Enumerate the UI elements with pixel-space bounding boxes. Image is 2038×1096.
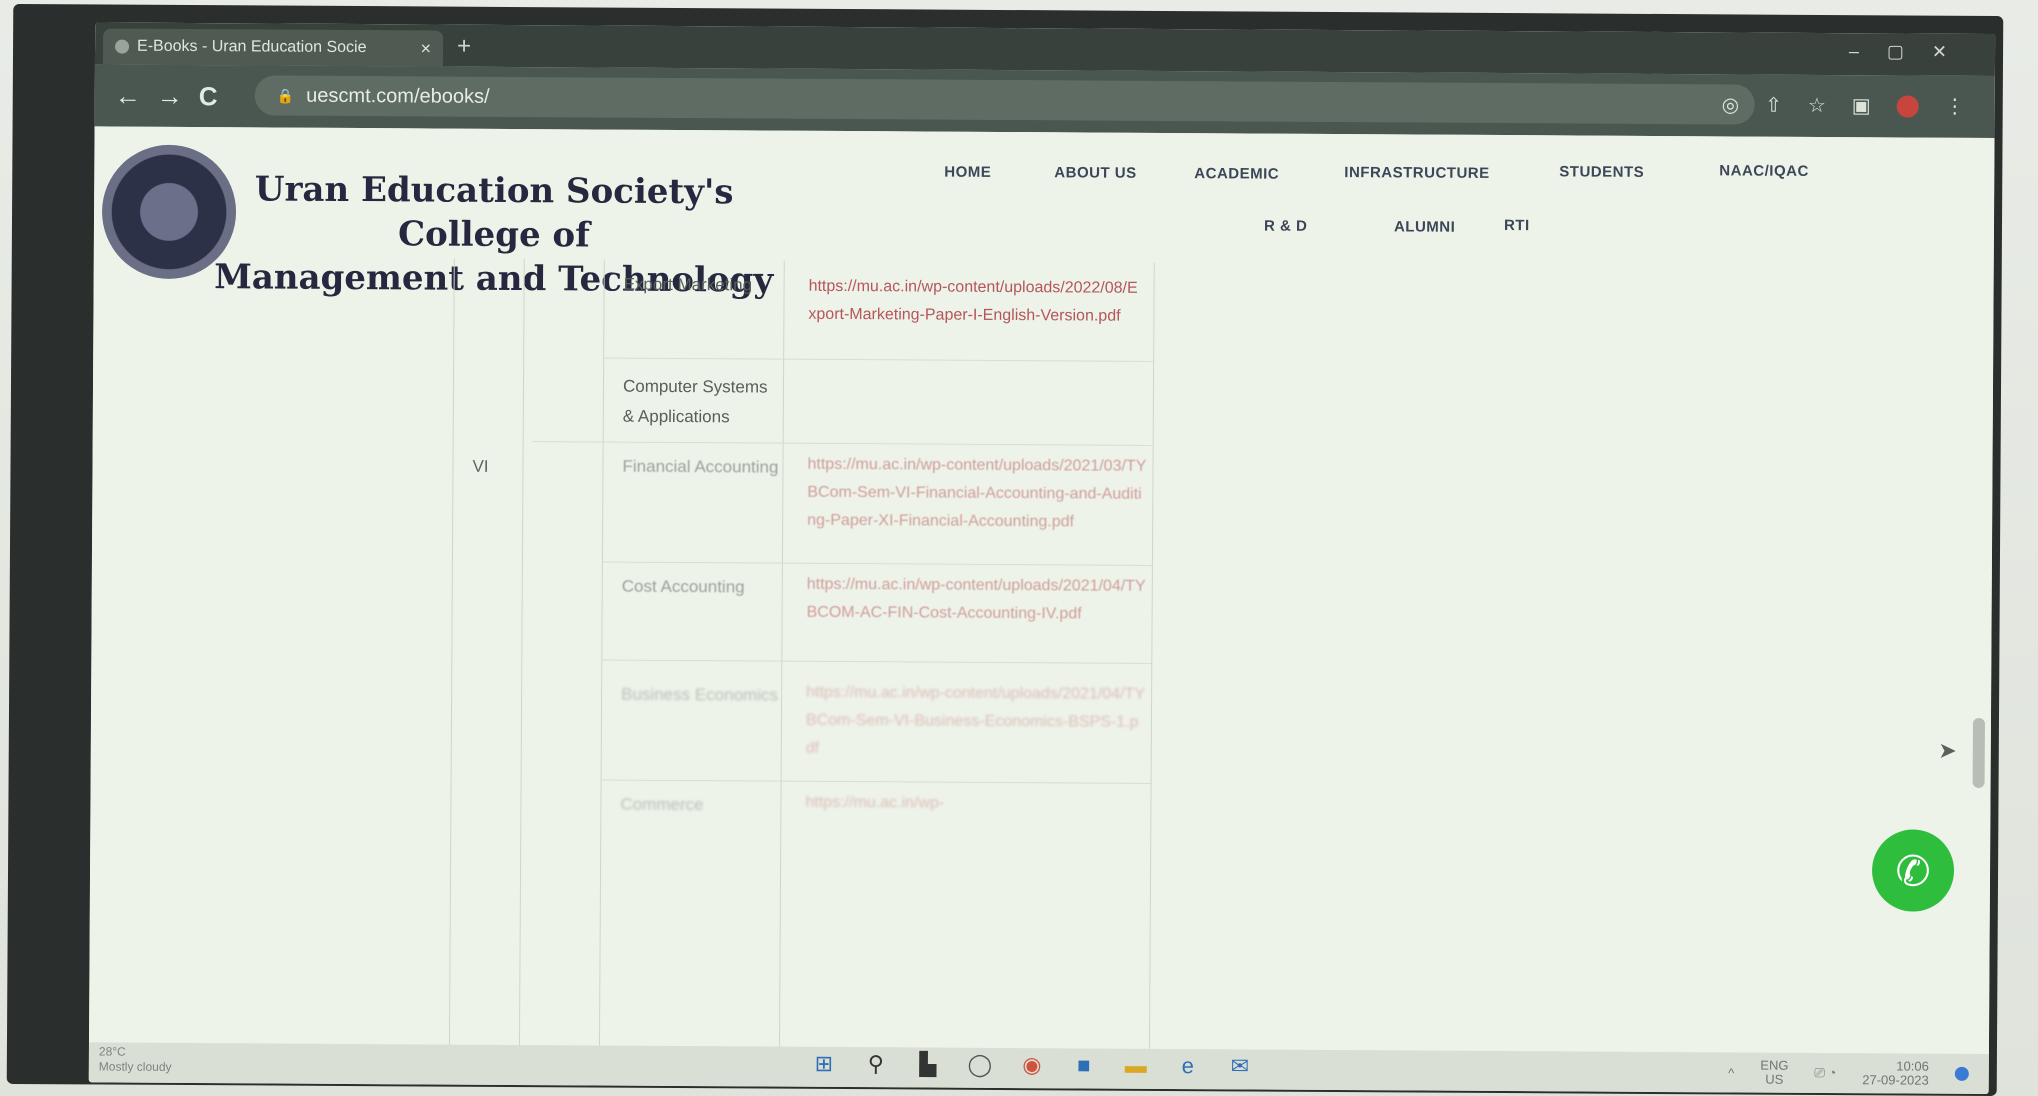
- nav-infrastructure[interactable]: INFRASTRUCTURE: [1344, 164, 1489, 182]
- chat-icon[interactable]: ◯: [965, 1050, 995, 1080]
- row-divider: [600, 779, 1151, 784]
- url-field[interactable]: 🔒 uescmt.com/ebooks/: [254, 75, 1755, 125]
- subject-cell: Financial Accounting: [622, 456, 779, 477]
- ebook-link[interactable]: https://mu.ac.in/wp-content/uploads/2021…: [807, 571, 1147, 629]
- tray-chevron-icon[interactable]: ^: [1728, 1065, 1734, 1080]
- reload-button[interactable]: C: [199, 81, 218, 112]
- subject-cell: Export Marketing: [623, 274, 753, 295]
- store-icon[interactable]: ■: [1069, 1050, 1099, 1080]
- tab-close-icon[interactable]: ×: [420, 38, 431, 59]
- network-icon[interactable]: ⎚ ◔: [1814, 1065, 1836, 1081]
- new-tab-button[interactable]: +: [457, 33, 471, 61]
- nav-home[interactable]: HOME: [944, 164, 991, 181]
- notification-icon[interactable]: [1954, 1066, 1969, 1081]
- whatsapp-icon[interactable]: ✆: [1871, 829, 1955, 912]
- favicon-icon: [115, 39, 130, 54]
- weather-desc: Mostly cloudy: [98, 1059, 172, 1074]
- edge-icon[interactable]: e: [1173, 1051, 1203, 1081]
- address-bar-row: ← → C 🔒 uescmt.com/ebooks/ ◎ ⇧ ☆ ▣ ⋮: [94, 64, 1995, 139]
- lock-icon: 🔒: [276, 87, 295, 104]
- row-divider: [601, 659, 1152, 664]
- forward-button[interactable]: →: [157, 81, 183, 112]
- taskbar-apps: ⊞ ⚲ ▙ ◯ ◉ ■ ▬ e ✉: [809, 1049, 1255, 1082]
- subject-cell: Cost Accounting: [621, 576, 745, 597]
- subject-cell: Commerce: [620, 794, 704, 815]
- row-divider: [532, 441, 1153, 446]
- monitor: E-Books - Uran Education Socie × + –▢✕ ←…: [6, 3, 2004, 1096]
- search-icon[interactable]: ⚲: [861, 1049, 891, 1079]
- back-button[interactable]: ←: [115, 81, 141, 112]
- row-divider: [601, 561, 1152, 566]
- ebook-link[interactable]: https://mu.ac.in/wp-content/uploads/2021…: [807, 451, 1148, 537]
- nav-students[interactable]: STUDENTS: [1559, 163, 1644, 181]
- system-tray: ^ ENG US ⎚ ◔ 10:06 27-09-2023: [1728, 1057, 1969, 1088]
- side-panel-icon[interactable]: ▣: [1852, 93, 1871, 118]
- region-text: US: [1765, 1071, 1784, 1087]
- clock-time: 10:06: [1896, 1058, 1929, 1074]
- subject-cell: Computer Systems & Applications: [622, 376, 768, 427]
- clock-date: 27-09-2023: [1862, 1072, 1929, 1088]
- table-divider: [518, 259, 525, 1060]
- ebook-link[interactable]: https://mu.ac.in/wp-content/uploads/2022…: [808, 273, 1138, 331]
- subject-cell: Business Economics: [621, 684, 779, 705]
- file-explorer-icon[interactable]: ▬: [1121, 1051, 1151, 1081]
- weather-widget[interactable]: 28°C Mostly cloudy: [99, 1044, 172, 1074]
- mail-icon[interactable]: ✉: [1225, 1051, 1255, 1081]
- share-icon[interactable]: ⇧: [1765, 93, 1782, 118]
- ebooks-table: Export Marketing https://mu.ac.in/wp-con…: [448, 258, 1334, 1064]
- browser-tab[interactable]: E-Books - Uran Education Socie ×: [102, 28, 444, 67]
- mouse-cursor-icon: ➤: [1938, 737, 1957, 763]
- lang-text: ENG: [1760, 1057, 1789, 1073]
- tab-title: E-Books - Uran Education Socie: [137, 37, 367, 57]
- web-page: Uran Education Society's College of Mana…: [88, 126, 1995, 1063]
- chrome-icon[interactable]: ◉: [1017, 1050, 1047, 1080]
- clock[interactable]: 10:06 27-09-2023: [1862, 1058, 1929, 1088]
- windows-start-icon[interactable]: ⊞: [809, 1049, 839, 1079]
- menu-kebab-icon[interactable]: ⋮: [1945, 94, 1965, 119]
- screen: E-Books - Uran Education Socie × + –▢✕ ←…: [88, 22, 1996, 1095]
- page-scrollbar[interactable]: [1972, 717, 1985, 788]
- google-lens-icon[interactable]: ◎: [1722, 92, 1740, 117]
- nav-rti[interactable]: RTI: [1504, 217, 1530, 234]
- weather-temp: 28°C: [98, 1044, 126, 1059]
- table-divider: [448, 258, 455, 1059]
- nav-r-and-d[interactable]: R & D: [1264, 218, 1307, 235]
- window-controls[interactable]: –▢✕: [1849, 41, 1975, 63]
- nav-about-us[interactable]: ABOUT US: [1054, 164, 1136, 182]
- toolbar-icons: ◎ ⇧ ☆ ▣ ⋮: [1722, 92, 1965, 118]
- row-divider: [603, 357, 1154, 362]
- semester-cell: VI: [472, 456, 489, 476]
- url-text: uescmt.com/ebooks/: [306, 84, 490, 108]
- college-name-line1: Uran Education Society's College of: [254, 169, 734, 256]
- ebook-link[interactable]: https://mu.ac.in/wp-: [805, 789, 1145, 819]
- language-indicator[interactable]: ENG US: [1760, 1057, 1789, 1087]
- task-view-icon[interactable]: ▙: [913, 1049, 943, 1079]
- profile-avatar[interactable]: [1896, 94, 1919, 118]
- nav-naac-iqac[interactable]: NAAC/IQAC: [1719, 162, 1809, 180]
- ebook-link[interactable]: https://mu.ac.in/wp-content/uploads/2021…: [806, 679, 1147, 765]
- nav-academic[interactable]: ACADEMIC: [1194, 165, 1279, 183]
- nav-alumni[interactable]: ALUMNI: [1394, 218, 1455, 235]
- bookmark-star-icon[interactable]: ☆: [1808, 93, 1826, 118]
